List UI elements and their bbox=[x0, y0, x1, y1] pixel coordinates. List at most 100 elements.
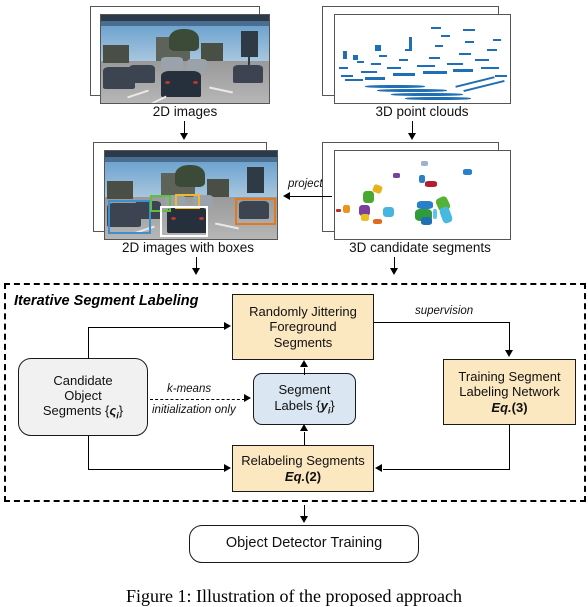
arrow-2d-images-down-head bbox=[179, 133, 188, 140]
node-relabeling-segments[interactable]: Relabeling Segments Eq.(2) bbox=[232, 445, 374, 492]
image-card-front bbox=[100, 14, 270, 104]
segment-gray-1 bbox=[421, 161, 428, 166]
segment-green-1 bbox=[363, 191, 374, 203]
scene-building-left bbox=[103, 45, 129, 63]
kmeans-label: k-means bbox=[167, 383, 212, 395]
caption-2d-images: 2D images bbox=[152, 104, 218, 119]
scene2-tree bbox=[175, 165, 205, 187]
project-label: project bbox=[288, 178, 323, 190]
training-line-1: Training Segment bbox=[458, 368, 561, 384]
segment-blue-1 bbox=[417, 201, 433, 209]
node-segment-labels[interactable]: Segment Labels {yi} bbox=[253, 373, 356, 425]
panel-3d-point-clouds bbox=[322, 6, 512, 104]
segment-blue-2 bbox=[421, 217, 432, 225]
initialization-only-label: initialization only bbox=[152, 404, 236, 416]
labels-line-1: Segment bbox=[278, 382, 331, 398]
scene-taillight-left bbox=[165, 81, 170, 84]
edge-labels-to-jitter-head bbox=[299, 360, 308, 367]
candidate-segments-text: Segments { bbox=[42, 403, 110, 419]
edge-training-to-relabel-head bbox=[375, 464, 382, 473]
training-equation: Eq.(3) bbox=[458, 400, 560, 415]
relabel-equation: Eq.(2) bbox=[241, 469, 365, 484]
segment-orange-2 bbox=[373, 219, 382, 224]
jitter-line-2: Foreground bbox=[269, 319, 337, 335]
scene-car-left-2 bbox=[129, 65, 155, 83]
relabel-line-1: Relabeling Segments bbox=[241, 452, 365, 468]
segment-yellow-1 bbox=[361, 214, 369, 221]
candidate-line-3: Segments {ςi} bbox=[43, 403, 123, 421]
panel-3d-candidate-segments bbox=[322, 142, 517, 240]
segment-orange-1 bbox=[343, 205, 350, 213]
edge-training-to-relabel-vertical bbox=[509, 425, 510, 469]
segment-cyan-1 bbox=[383, 207, 394, 217]
training-eq-name: Eq. bbox=[491, 400, 512, 416]
boxed-image-card-front bbox=[104, 150, 278, 240]
edge-candidate-to-jitter-horizontal bbox=[88, 327, 225, 328]
caption-3d-candidate-segments: 3D candidate segments bbox=[349, 240, 491, 255]
panel-2d-images-with-boxes bbox=[93, 142, 283, 240]
edge-kmeans-line bbox=[150, 399, 245, 400]
bbox-blue bbox=[108, 200, 151, 234]
training-eq-number: (3) bbox=[511, 400, 528, 416]
labels-brace-close: } bbox=[330, 397, 335, 413]
edge-training-to-relabel-horizontal bbox=[383, 469, 510, 470]
caption-2d-images-with-boxes: 2D images with boxes bbox=[121, 240, 255, 255]
street-scene-boxed bbox=[105, 151, 277, 239]
bbox-orange bbox=[235, 198, 276, 225]
segment-cyan-2 bbox=[438, 205, 454, 225]
arrow-to-detector-head bbox=[299, 516, 308, 523]
edge-relabel-to-labels-head bbox=[299, 424, 308, 431]
scene-sign bbox=[241, 31, 258, 57]
edge-candidate-to-jitter-head bbox=[224, 322, 231, 331]
edge-supervision-vertical bbox=[509, 322, 510, 350]
relabel-eq-number: (2) bbox=[305, 469, 322, 484]
detector-label: Object Detector Training bbox=[225, 535, 383, 552]
node-candidate-object-segments[interactable]: Candidate Object Segments {ςi} bbox=[18, 358, 148, 436]
labels-line-2: Labels {yi} bbox=[274, 398, 334, 416]
scene-car-ego bbox=[161, 71, 201, 97]
scene-tree bbox=[169, 29, 199, 51]
labels-text: Labels { bbox=[274, 397, 321, 413]
bbox-white bbox=[160, 206, 208, 237]
edge-candidate-to-jitter-vertical bbox=[88, 327, 89, 359]
edge-kmeans-head bbox=[244, 394, 251, 403]
section-title: Iterative Segment Labeling bbox=[14, 293, 199, 309]
street-scene bbox=[101, 15, 269, 103]
segment-red-1 bbox=[425, 181, 437, 187]
scene2-sign bbox=[247, 167, 264, 193]
edge-candidate-to-relabel-horizontal bbox=[88, 469, 225, 470]
scene-taillight-right bbox=[193, 81, 198, 84]
segment-blue-4 bbox=[463, 169, 472, 175]
supervision-label: supervision bbox=[415, 305, 474, 317]
segment-cyan-3 bbox=[433, 209, 437, 219]
node-randomly-jittering-foreground-segments[interactable]: Randomly Jittering Foreground Segments bbox=[232, 294, 374, 360]
labels-y-symbol: y bbox=[320, 397, 328, 413]
pointcloud-card-front bbox=[334, 14, 511, 104]
edge-candidate-to-relabel-head bbox=[224, 464, 231, 473]
candidate-brace-close: } bbox=[118, 403, 124, 419]
candidate-line-2: Object bbox=[64, 387, 102, 403]
candidate-line-1: Candidate bbox=[53, 372, 113, 388]
relabel-eq-name: Eq. bbox=[284, 469, 306, 484]
lidar-scatter bbox=[335, 15, 510, 103]
edge-relabel-to-labels-line bbox=[304, 432, 305, 445]
scene2-building-left bbox=[107, 181, 133, 199]
edge-candidate-to-relabel-vertical bbox=[88, 436, 89, 469]
segments-card-front bbox=[334, 150, 511, 240]
edge-supervision-head bbox=[504, 350, 513, 357]
segment-red-2 bbox=[336, 209, 341, 212]
scene-car-far bbox=[187, 59, 207, 71]
jitter-line-3: Segments bbox=[273, 334, 333, 350]
segment-purple-2 bbox=[393, 173, 400, 178]
node-training-segment-labeling-network[interactable]: Training Segment Labeling Network Eq.(3) bbox=[443, 359, 576, 425]
arrow-3d-clouds-down-head bbox=[407, 133, 416, 140]
arrow-segments-down-head bbox=[389, 268, 398, 275]
jitter-line-1: Randomly Jittering bbox=[249, 304, 357, 319]
project-arrow-head bbox=[283, 191, 290, 200]
segment-scatter bbox=[335, 151, 510, 239]
edge-supervision-horizontal bbox=[374, 322, 510, 323]
arrow-boxes-down-head bbox=[191, 268, 200, 275]
node-object-detector-training[interactable]: Object Detector Training bbox=[189, 525, 419, 563]
segment-blue-3 bbox=[419, 175, 425, 183]
panel-2d-images bbox=[90, 6, 270, 104]
